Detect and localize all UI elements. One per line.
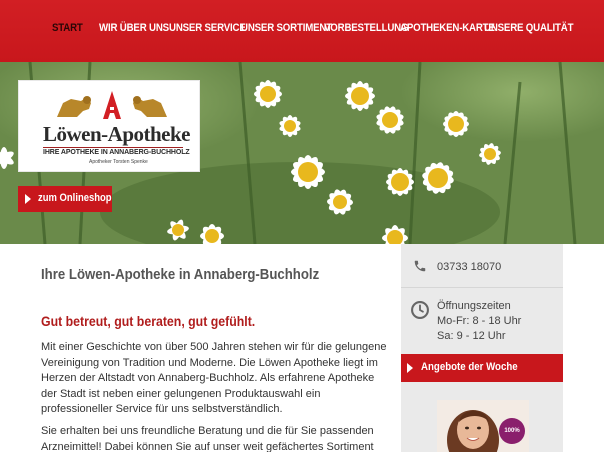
clock-icon: [411, 301, 429, 319]
nav-item-unser-service[interactable]: UNSER SERVICE: [169, 22, 246, 34]
opening-hours-title: Öffnungszeiten: [437, 300, 511, 312]
top-navigation: START WIR ÜBER UNS UNSER SERVICE UNSER S…: [0, 0, 604, 62]
logo-divider: [43, 147, 183, 148]
phone-icon: [414, 260, 426, 272]
hero-banner: Löwen-Apotheke IHRE APOTHEKE IN ANNABERG…: [0, 62, 604, 244]
phone-number: 03733 18070: [437, 261, 502, 273]
promo-badge: 100%: [499, 418, 525, 444]
phone-contact[interactable]: 03733 18070: [401, 244, 563, 288]
online-shop-label: zum Onlineshop: [38, 192, 112, 204]
nav-item-unser-sortiment[interactable]: UNSER SORTIMENT: [241, 22, 332, 34]
page-subtitle: Gut betreut, gut beraten, gut gefühlt.: [41, 313, 256, 329]
nav-item-apotheken-karte[interactable]: APOTHEKEN-KARTE: [400, 22, 495, 34]
logo-owner: Apotheker Torsten Spenke: [89, 159, 148, 165]
intro-paragraph: Mit einer Geschichte von über 500 Jahren…: [41, 341, 387, 415]
nav-item-wir-ueber-uns[interactable]: WIR ÜBER UNS: [99, 22, 169, 34]
logo-subtitle: IHRE APOTHEKE IN ANNABERG-BUCHHOLZ: [43, 149, 190, 156]
nav-item-start[interactable]: START: [52, 22, 93, 34]
logo-title: Löwen-Apotheke: [43, 122, 191, 146]
weekly-offers-label: Angebote der Woche: [421, 361, 518, 373]
service-paragraph: Sie erhalten bei uns freundliche Beratun…: [41, 425, 374, 452]
nav-item-unsere-qualitaet[interactable]: UNSERE QUALITÄT: [484, 22, 574, 34]
play-arrow-icon: [407, 363, 413, 373]
nav-item-vorbestellung[interactable]: VORBESTELLUNG: [324, 22, 408, 34]
play-arrow-icon: [25, 194, 31, 204]
opening-hours-saturday: Sa: 9 - 12 Uhr: [437, 330, 506, 342]
sidebar: 03733 18070 Öffnungszeiten Mo-Fr: 8 - 18…: [401, 244, 563, 452]
opening-hours-weekday: Mo-Fr: 8 - 18 Uhr: [437, 315, 522, 327]
nav-list: START WIR ÜBER UNS UNSER SERVICE UNSER S…: [52, 22, 586, 34]
weekly-offer-image[interactable]: 100%: [437, 400, 529, 452]
weekly-offers-button[interactable]: Angebote der Woche: [401, 354, 563, 382]
pharmacy-logo[interactable]: Löwen-Apotheke IHRE APOTHEKE IN ANNABERG…: [18, 80, 200, 172]
lion-emblem-icon: [57, 91, 167, 119]
page-title: Ihre Löwen-Apotheke in Annaberg-Buchholz: [41, 266, 320, 283]
logo-graphic: Löwen-Apotheke IHRE APOTHEKE IN ANNABERG…: [37, 89, 191, 167]
online-shop-button[interactable]: zum Onlineshop: [18, 186, 112, 212]
